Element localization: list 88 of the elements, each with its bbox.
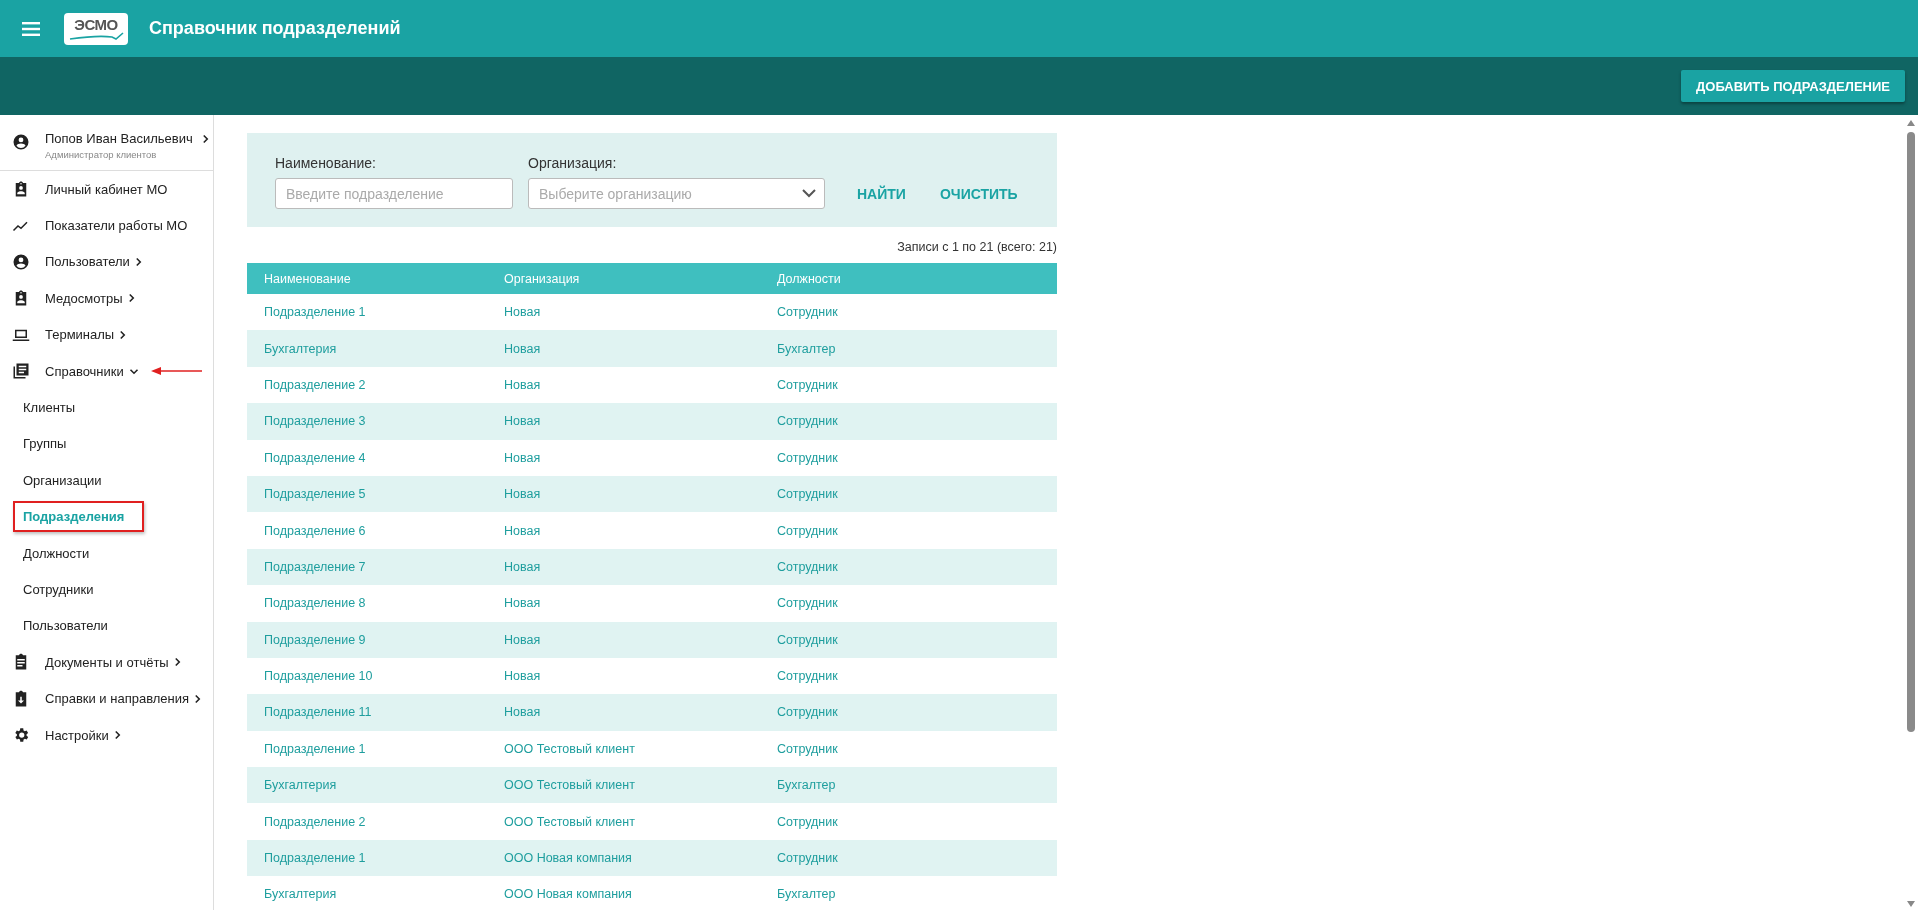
table-cell[interactable]: Подразделение 1 <box>264 305 366 320</box>
table-cell[interactable]: Бухгалтерия <box>264 341 337 356</box>
table-cell[interactable]: Сотрудник <box>777 596 838 611</box>
add-department-button[interactable]: ДОБАВИТЬ ПОДРАЗДЕЛЕНИЕ <box>1681 70 1905 102</box>
table-cell[interactable]: Сотрудник <box>777 669 838 684</box>
user-name[interactable]: Попов Иван Васильевич <box>45 131 193 146</box>
table-cell[interactable]: Бухгалтер <box>777 341 836 356</box>
table-cell[interactable]: ООО Тестовый клиент <box>504 778 635 793</box>
table-cell[interactable]: Бухгалтер <box>777 887 836 902</box>
submenu-item[interactable]: Организации <box>23 472 102 488</box>
field-label: Наименование: <box>275 155 377 171</box>
menu-item[interactable]: Документы и отчёты <box>45 654 169 670</box>
table-cell[interactable]: Сотрудник <box>777 377 838 392</box>
table-cell[interactable]: Подразделение 1 <box>264 851 366 866</box>
table-cell[interactable]: Бухгалтер <box>777 778 836 793</box>
table-cell[interactable]: Новая <box>504 305 541 320</box>
find-button[interactable]: НАЙТИ <box>840 178 923 209</box>
logo[interactable]: ЭСМО <box>64 12 128 45</box>
table-cell[interactable]: Подразделение 2 <box>264 814 366 829</box>
dropdown-field[interactable]: Выберите организацию <box>528 178 825 209</box>
caret-icon[interactable] <box>802 189 816 198</box>
table-cell[interactable]: Подразделение 1 <box>264 741 366 756</box>
table-cell[interactable]: Сотрудник <box>777 632 838 647</box>
submenu-item[interactable]: Пользователи <box>23 618 108 634</box>
table-cell[interactable]: Сотрудник <box>777 523 838 538</box>
table-cell[interactable]: Сотрудник <box>777 414 838 429</box>
table-cell[interactable]: Новая <box>504 377 541 392</box>
menu-item[interactable]: Справочники <box>45 363 124 379</box>
table-cell[interactable]: ООО Новая компания <box>504 851 632 866</box>
submenu-item[interactable]: Должности <box>23 545 90 561</box>
table-cell[interactable]: Бухгалтерия <box>264 887 337 902</box>
scroll-up-icon[interactable] <box>1906 119 1916 127</box>
table-cell[interactable]: Новая <box>504 669 541 684</box>
table-cell[interactable]: ООО Новая компания <box>504 887 632 902</box>
scroll-down-icon[interactable] <box>1906 900 1916 908</box>
page-title: Справочник подразделений <box>149 18 401 39</box>
menu-item[interactable]: Справки и направления <box>45 691 190 707</box>
table-cell[interactable]: Сотрудник <box>777 305 838 320</box>
table-cell[interactable]: Новая <box>504 341 541 356</box>
input-field[interactable]: Введите подразделение <box>275 178 513 209</box>
table-cell[interactable]: Новая <box>504 596 541 611</box>
table-cell[interactable]: Новая <box>504 705 541 720</box>
table-cell[interactable]: Подразделение 5 <box>264 487 366 502</box>
menu-item[interactable]: Медосмотры <box>45 290 123 306</box>
submenu-item[interactable]: Подразделения <box>23 509 125 525</box>
table-cell[interactable]: Подразделение 7 <box>264 559 366 574</box>
table-cell[interactable]: Подразделение 2 <box>264 377 366 392</box>
table-cell[interactable]: Сотрудник <box>777 851 838 866</box>
column-header[interactable]: Наименование <box>264 271 351 286</box>
table-cell[interactable]: Новая <box>504 450 541 465</box>
submenu-item[interactable]: Группы <box>23 436 67 452</box>
field-label: Организация: <box>528 155 618 171</box>
table-cell[interactable]: Новая <box>504 487 541 502</box>
table-cell[interactable]: ООО Тестовый клиент <box>504 814 635 829</box>
table-cell[interactable]: Новая <box>504 414 541 429</box>
table-cell[interactable]: Подразделение 9 <box>264 632 366 647</box>
user-role: Администратор клиентов <box>45 149 158 160</box>
table-cell[interactable]: Подразделение 4 <box>264 450 366 465</box>
table-cell[interactable]: Бухгалтерия <box>264 778 337 793</box>
table-cell[interactable]: ООО Тестовый клиент <box>504 741 635 756</box>
table-cell[interactable]: Сотрудник <box>777 559 838 574</box>
table-cell[interactable]: Подразделение 6 <box>264 523 366 538</box>
submenu-item[interactable]: Клиенты <box>23 400 76 416</box>
table-cell[interactable]: Сотрудник <box>777 705 838 720</box>
table-cell[interactable]: Сотрудник <box>777 487 838 502</box>
book-stack-icon <box>12 362 30 381</box>
table-cell[interactable]: Подразделение 8 <box>264 596 366 611</box>
clear-button[interactable]: ОЧИСТИТЬ <box>922 178 1035 209</box>
table-cell[interactable]: Подразделение 11 <box>264 705 372 720</box>
submenu-item[interactable]: Сотрудники <box>23 582 94 597</box>
table-cell[interactable]: Сотрудник <box>777 450 838 465</box>
records-count: Записи с 1 по 21 (всего: 21) <box>896 240 1057 254</box>
menu-button[interactable] <box>22 21 40 36</box>
table-cell[interactable]: Подразделение 3 <box>264 414 366 429</box>
table-cell[interactable]: Новая <box>504 523 541 538</box>
menu-item[interactable]: Терминалы <box>45 327 115 343</box>
column-header[interactable]: Должности <box>777 271 841 286</box>
table-cell[interactable]: Новая <box>504 632 541 647</box>
table-cell[interactable]: Сотрудник <box>777 814 838 829</box>
table-cell[interactable]: Сотрудник <box>777 741 838 756</box>
table-cell[interactable]: Новая <box>504 559 541 574</box>
menu-item[interactable]: Показатели работы МО <box>45 218 188 234</box>
chevron-right-icon <box>201 133 209 144</box>
menu-item[interactable]: Пользователи <box>45 254 130 270</box>
menu-item[interactable]: Настройки <box>45 727 109 743</box>
menu-item[interactable]: Личный кабинет МО <box>45 181 168 197</box>
table-cell[interactable]: Подразделение 10 <box>264 669 373 684</box>
column-header[interactable]: Организация <box>504 271 580 286</box>
